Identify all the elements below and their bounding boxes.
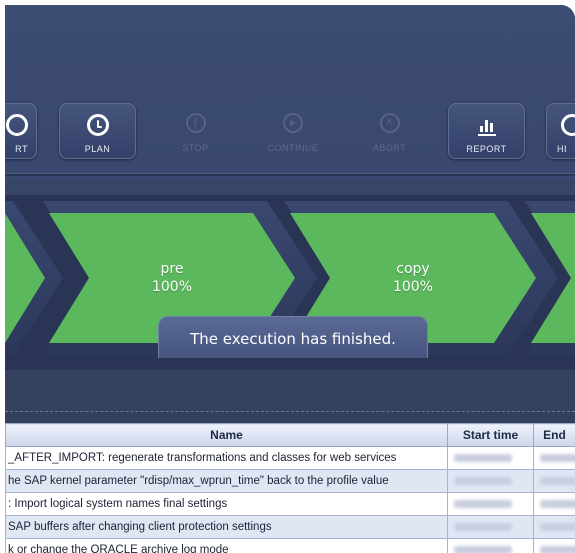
table-header-row: Name Start time End (5, 423, 575, 447)
continue-button[interactable]: ▶ CONTINUE (253, 103, 333, 159)
bar-chart-icon (476, 114, 498, 136)
plan-button[interactable]: PLAN (59, 103, 136, 159)
start-button[interactable]: RT (5, 103, 37, 159)
table-row[interactable]: k or change the ORACLE archive log mode (5, 538, 575, 553)
history-button-label: HI (557, 144, 567, 154)
table-row[interactable]: _AFTER_IMPORT: regenerate transformation… (5, 446, 575, 470)
table-row[interactable]: SAP buffers after changing client protec… (5, 515, 575, 539)
task-name-cell: he SAP kernel parameter "rdisp/max_wprun… (5, 469, 448, 493)
start-icon (6, 114, 28, 136)
phase-copy: copy 100% (313, 260, 513, 296)
end-time-cell (533, 469, 575, 493)
abort-button-label: ABORT (372, 143, 407, 153)
end-time-cell (533, 515, 575, 539)
column-header-name[interactable]: Name (5, 423, 448, 447)
start-time-cell (447, 446, 534, 470)
app-window: RT PLAN ∥ STOP ▶ CONTINUE ✕ ABORT REPORT… (5, 5, 575, 553)
report-button-label: REPORT (466, 144, 507, 154)
task-name-cell: SAP buffers after changing client protec… (5, 515, 448, 539)
history-button[interactable]: HI (546, 103, 575, 159)
phase-copy-name: copy (396, 261, 430, 277)
start-time-cell (447, 538, 534, 553)
start-time-cell (447, 469, 534, 493)
history-icon (561, 114, 575, 136)
report-button[interactable]: REPORT (448, 103, 525, 159)
phase-pre-name: pre (160, 261, 184, 277)
toast-message: The execution has finished. (190, 330, 396, 348)
toolbar: RT PLAN ∥ STOP ▶ CONTINUE ✕ ABORT REPORT… (5, 5, 575, 180)
phase-copy-progress: 100% (392, 279, 434, 295)
plan-button-label: PLAN (84, 144, 111, 154)
task-name-cell: _AFTER_IMPORT: regenerate transformation… (5, 446, 448, 470)
start-time-cell (447, 492, 534, 516)
execution-finished-toast: The execution has finished. (158, 316, 428, 358)
phase-pre-progress: 100% (151, 279, 193, 295)
abort-icon: ✕ (379, 113, 400, 133)
column-header-end[interactable]: End (533, 423, 575, 447)
toolbar-divider (5, 173, 575, 176)
task-name-cell: k or change the ORACLE archive log mode (5, 538, 448, 553)
stop-button-label: STOP (182, 143, 209, 153)
start-time-cell (447, 515, 534, 539)
status-band (5, 370, 575, 410)
play-icon: ▶ (283, 113, 303, 133)
column-header-start-time[interactable]: Start time (447, 423, 534, 447)
table-row[interactable]: : Import logical system names final sett… (5, 492, 575, 516)
continue-button-label: CONTINUE (267, 143, 319, 153)
phase-pre: pre 100% (72, 260, 272, 296)
stop-icon: ∥ (185, 113, 206, 133)
end-time-cell (533, 538, 575, 553)
abort-button[interactable]: ✕ ABORT (351, 103, 428, 159)
task-table: Name Start time End _AFTER_IMPORT: regen… (5, 423, 575, 553)
start-button-label: RT (15, 144, 28, 154)
task-name-cell: : Import logical system names final sett… (5, 492, 448, 516)
table-row[interactable]: he SAP kernel parameter "rdisp/max_wprun… (5, 469, 575, 493)
section-divider (5, 411, 575, 412)
stop-button[interactable]: ∥ STOP (157, 103, 234, 159)
end-time-cell (533, 492, 575, 516)
end-time-cell (533, 446, 575, 470)
clock-icon (86, 114, 109, 136)
